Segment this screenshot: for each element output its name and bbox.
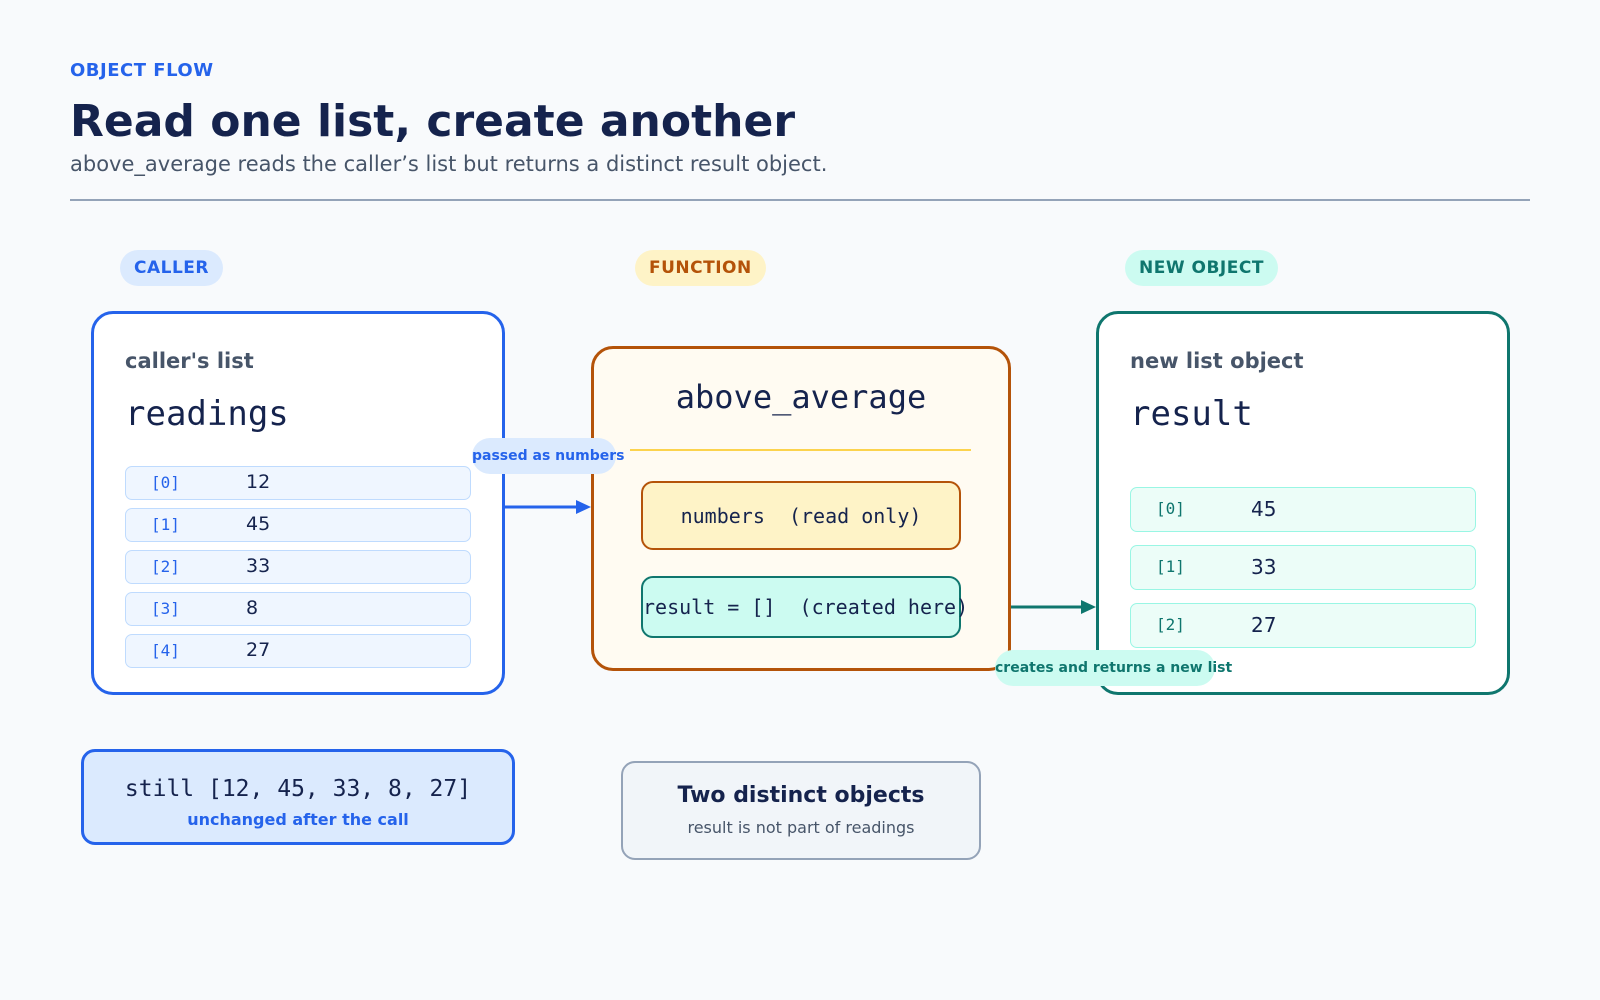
readings-item-1: [1] 45 (125, 508, 471, 542)
unchanged-list-value: still [12, 45, 33, 8, 27] (124, 776, 472, 802)
readings-value-1: 45 (246, 513, 271, 535)
result-variable-name: result (1130, 394, 1253, 434)
new-object-pill: NEW OBJECT (1125, 250, 1278, 286)
result-index-2: [2] (1156, 615, 1185, 634)
function-pill: FUNCTION (635, 250, 766, 286)
readings-index-2: [2] (151, 557, 180, 576)
result-value-1: 33 (1251, 555, 1277, 579)
readings-item-2: [2] 33 (125, 550, 471, 584)
page-title: Read one list, create another (70, 96, 796, 147)
caller-list-label: caller's list (125, 349, 254, 373)
passed-as-numbers-tag: passed as numbers (472, 438, 624, 474)
unchanged-list-note: still [12, 45, 33, 8, 27] unchanged afte… (81, 749, 515, 845)
readings-value-3: 8 (246, 597, 259, 619)
readings-value-0: 12 (246, 471, 271, 493)
page-subtitle: above_average reads the caller’s list bu… (70, 152, 828, 176)
creates-and-returns-tag: creates and returns a new list (995, 650, 1232, 686)
eyebrow-label: OBJECT FLOW (70, 60, 214, 81)
readings-index-4: [4] (151, 641, 180, 660)
function-divider (630, 449, 971, 451)
distinct-objects-note: Two distinct objects result is not part … (621, 761, 981, 860)
distinct-objects-caption: result is not part of readings (687, 818, 915, 837)
result-item-1: [1] 33 (1130, 545, 1476, 590)
result-created-box: result = [] (created here) (641, 576, 968, 638)
result-value-0: 45 (1251, 497, 1277, 521)
passed-arrow (505, 500, 591, 514)
numbers-read-only-box: numbers (read only) (641, 481, 961, 550)
caller-pill: CALLER (120, 250, 224, 286)
new-list-label: new list object (1130, 349, 1304, 373)
function-name: above_average (675, 378, 927, 416)
readings-value-4: 27 (246, 639, 271, 661)
result-item-0: [0] 45 (1130, 487, 1476, 532)
result-value-2: 27 (1251, 613, 1277, 637)
returns-arrow (1011, 600, 1096, 614)
readings-variable-name: readings (125, 394, 289, 434)
readings-index-1: [1] (151, 515, 180, 534)
readings-index-3: [3] (151, 599, 180, 618)
readings-item-0: [0] 12 (125, 466, 471, 500)
readings-index-0: [0] (151, 473, 180, 492)
unchanged-caption: unchanged after the call (187, 810, 409, 829)
result-item-2: [2] 27 (1130, 603, 1476, 648)
readings-item-3: [3] 8 (125, 592, 471, 626)
readings-item-4: [4] 27 (125, 634, 471, 668)
distinct-objects-title: Two distinct objects (677, 783, 925, 808)
header-divider (70, 199, 1530, 201)
result-index-1: [1] (1156, 557, 1185, 576)
result-index-0: [0] (1156, 499, 1185, 518)
readings-value-2: 33 (246, 555, 271, 577)
